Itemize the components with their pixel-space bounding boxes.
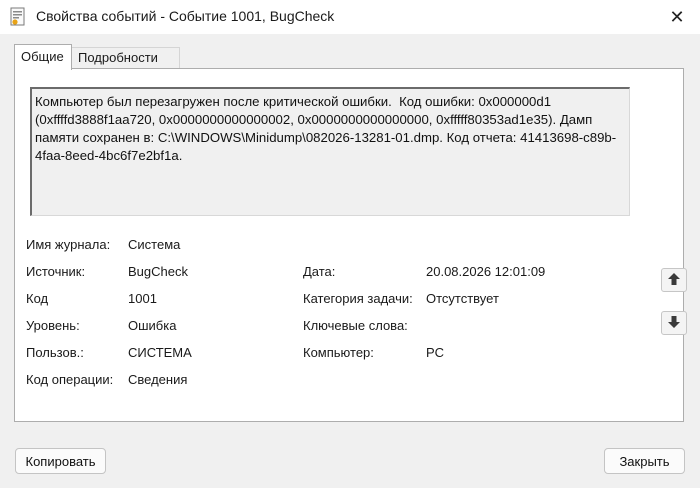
- tab-details[interactable]: Подробности: [72, 47, 180, 68]
- event-properties-window: Свойства событий - Событие 1001, BugChec…: [0, 0, 700, 488]
- close-button[interactable]: Закрыть: [604, 448, 685, 474]
- date-label: Дата:: [303, 264, 336, 279]
- task-category-value[interactable]: Отсутствует: [426, 291, 499, 306]
- user-value[interactable]: СИСТЕМА: [128, 345, 192, 360]
- window-title: Свойства событий - Событие 1001, BugChec…: [36, 8, 335, 24]
- event-properties-icon: [9, 7, 27, 27]
- user-label: Пользов.:: [26, 345, 84, 360]
- previous-event-button[interactable]: [661, 268, 687, 292]
- computer-label: Компьютер:: [303, 345, 374, 360]
- arrow-up-icon: [667, 272, 681, 289]
- level-label: Уровень:: [26, 318, 80, 333]
- tab-general-label: Общие: [21, 49, 64, 64]
- next-event-button[interactable]: [661, 311, 687, 335]
- source-label: Источник:: [26, 264, 86, 279]
- copy-button[interactable]: Копировать: [15, 448, 106, 474]
- event-id-label: Код: [26, 291, 49, 306]
- event-description[interactable]: Компьютер был перезагружен после критиче…: [30, 87, 630, 216]
- level-value[interactable]: Ошибка: [128, 318, 176, 333]
- keywords-label: Ключевые слова:: [303, 318, 408, 333]
- tab-details-label: Подробности: [78, 50, 158, 65]
- computer-value[interactable]: PC: [426, 345, 444, 360]
- log-name-label: Имя журнала:: [26, 237, 111, 252]
- opcode-value[interactable]: Сведения: [128, 372, 187, 387]
- arrow-down-icon: [667, 315, 681, 332]
- source-value[interactable]: BugCheck: [128, 264, 188, 279]
- log-name-value[interactable]: Система: [128, 237, 180, 252]
- tab-general[interactable]: Общие: [14, 44, 72, 70]
- title-bar[interactable]: Свойства событий - Событие 1001, BugChec…: [0, 0, 700, 34]
- opcode-label: Код операции:: [26, 372, 114, 387]
- tab-strip: Общие Подробности: [14, 44, 684, 70]
- event-id-value[interactable]: 1001: [128, 291, 157, 306]
- date-value[interactable]: 20.08.2026 12:01:09: [426, 264, 545, 279]
- close-window-button[interactable]: ✕: [654, 0, 700, 34]
- general-tab-panel: Компьютер был перезагружен после критиче…: [14, 68, 687, 422]
- task-category-label: Категория задачи:: [303, 291, 413, 306]
